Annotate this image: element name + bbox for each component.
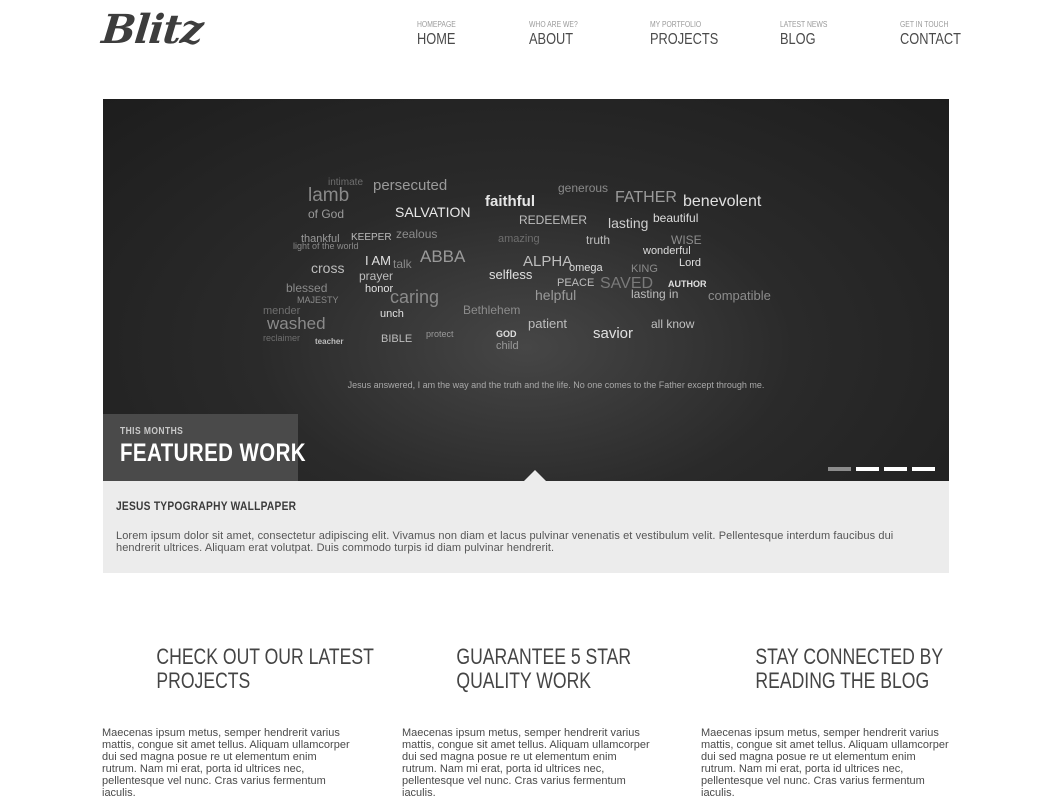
featured-title: FEATURED WORK [120, 439, 307, 467]
slide-caption: JESUS TYPOGRAPHY WALLPAPER Lorem ipsum d… [103, 481, 949, 573]
nav-home[interactable]: HOMEPAGE HOME [417, 20, 465, 49]
word: cross [311, 260, 345, 276]
featured-sub: THIS MONTHS [120, 426, 184, 437]
word: caring [390, 287, 440, 307]
word: lasting in [631, 287, 679, 301]
nav-contact-sub: GET IN TOUCH [900, 20, 949, 29]
word: amazing [498, 233, 540, 245]
scripture-quote: Jesus answered, I am the way and the tru… [347, 380, 765, 390]
nav-about-sub: WHO ARE WE? [529, 20, 578, 29]
featured-slider[interactable]: lamb intimate persecuted faithful genero… [103, 99, 949, 481]
nav-contact-label: CONTACT [900, 31, 961, 48]
word: teacher [315, 337, 344, 346]
column-title-line1: GUARANTEE 5 STAR [456, 644, 632, 669]
featured-work-label: THIS MONTHS FEATURED WORK [103, 414, 307, 481]
slider-dot-3[interactable] [884, 467, 907, 471]
nav-blog-label: BLOG [780, 31, 816, 48]
nav-blog-sub: LATEST NEWS [780, 20, 828, 29]
word: SALVATION [395, 204, 471, 220]
caption-title[interactable]: JESUS TYPOGRAPHY WALLPAPER [116, 499, 813, 513]
caption-text: Lorem ipsum dolor sit amet, consectetur … [116, 530, 894, 554]
word: persecuted [373, 177, 448, 194]
nav-projects-label: PROJECTS [650, 31, 719, 48]
feature-column-projects: CHECK OUT OUR LATEST PROJECTS Maecenas i… [102, 644, 374, 800]
word: ABBA [420, 247, 466, 266]
feature-column-quality: GUARANTEE 5 STAR QUALITY WORK Maecenas i… [402, 644, 652, 800]
word: honor [365, 283, 394, 295]
word: savior [593, 325, 634, 342]
slider-pagination [828, 467, 935, 471]
word: unch [380, 308, 404, 320]
caption-pointer [524, 470, 546, 481]
word: all know [651, 317, 695, 331]
column-text: Maecenas ipsum metus, semper hendrerit v… [402, 727, 650, 799]
word: BIBLE [381, 333, 413, 345]
word: lamb [308, 185, 350, 206]
nav-about[interactable]: WHO ARE WE? ABOUT [529, 20, 586, 49]
nav-blog[interactable]: LATEST NEWS BLOG [780, 20, 836, 49]
word: Bethlehem [463, 303, 521, 317]
feature-column-blog: STAY CONNECTED BY READING THE BLOG Maece… [701, 644, 951, 800]
word: REDEEMER [519, 213, 588, 227]
word: intimate [328, 177, 364, 188]
column-title[interactable]: STAY CONNECTED BY READING THE BLOG [701, 644, 944, 693]
word: beautiful [653, 211, 699, 225]
main-nav: HOMEPAGE HOME WHO ARE WE? ABOUT MY PORTF… [0, 20, 1040, 60]
word: truth [586, 233, 611, 247]
column-text: Maecenas ipsum metus, semper hendrerit v… [701, 727, 949, 799]
word: FATHER [615, 189, 677, 206]
word: reclaimer [263, 333, 301, 343]
word: patient [528, 316, 568, 331]
word: blessed [286, 281, 328, 295]
nav-projects[interactable]: MY PORTFOLIO PROJECTS [650, 20, 735, 49]
word: compatible [708, 288, 771, 303]
nav-home-sub: HOMEPAGE [417, 20, 456, 29]
column-title-line2: QUALITY WORK [456, 668, 592, 693]
column-title[interactable]: CHECK OUT OUR LATEST PROJECTS [102, 644, 374, 693]
word: washed [267, 314, 326, 333]
column-title-line2: READING THE BLOG [755, 668, 930, 693]
column-title-line1: STAY CONNECTED BY [755, 644, 944, 669]
word: zealous [396, 227, 438, 241]
word: I AM [365, 253, 392, 268]
column-text: Maecenas ipsum metus, semper hendrerit v… [102, 727, 350, 799]
word: child [496, 340, 519, 352]
nav-projects-sub: MY PORTFOLIO [650, 20, 702, 29]
word: prayer [359, 269, 394, 283]
column-title-line1: CHECK OUT OUR LATEST [156, 644, 374, 669]
word: helpful [535, 287, 577, 303]
nav-contact[interactable]: GET IN TOUCH CONTACT [900, 20, 976, 49]
slider-dot-2[interactable] [856, 467, 879, 471]
slider-dot-1[interactable] [828, 467, 851, 471]
word: protect [426, 329, 454, 339]
word: lasting [608, 215, 649, 231]
word: benevolent [683, 193, 762, 210]
word: KING [631, 263, 658, 275]
column-title-line2: PROJECTS [156, 668, 251, 693]
word: wonderful [643, 245, 691, 257]
word-cloud-image: lamb intimate persecuted faithful genero… [263, 177, 783, 377]
word: selfless [489, 267, 533, 282]
nav-about-label: ABOUT [529, 31, 574, 48]
word: GOD [496, 329, 517, 339]
word: MAJESTY [297, 295, 339, 305]
nav-home-label: HOME [417, 31, 456, 48]
word: omega [569, 262, 603, 274]
word: Lord [679, 257, 702, 269]
slider-dot-4[interactable] [912, 467, 935, 471]
word: of God [308, 207, 345, 221]
word: generous [558, 181, 609, 195]
word: light of the world [293, 241, 359, 251]
word: faithful [485, 193, 535, 210]
column-title[interactable]: GUARANTEE 5 STAR QUALITY WORK [402, 644, 632, 693]
word: talk [393, 257, 412, 271]
